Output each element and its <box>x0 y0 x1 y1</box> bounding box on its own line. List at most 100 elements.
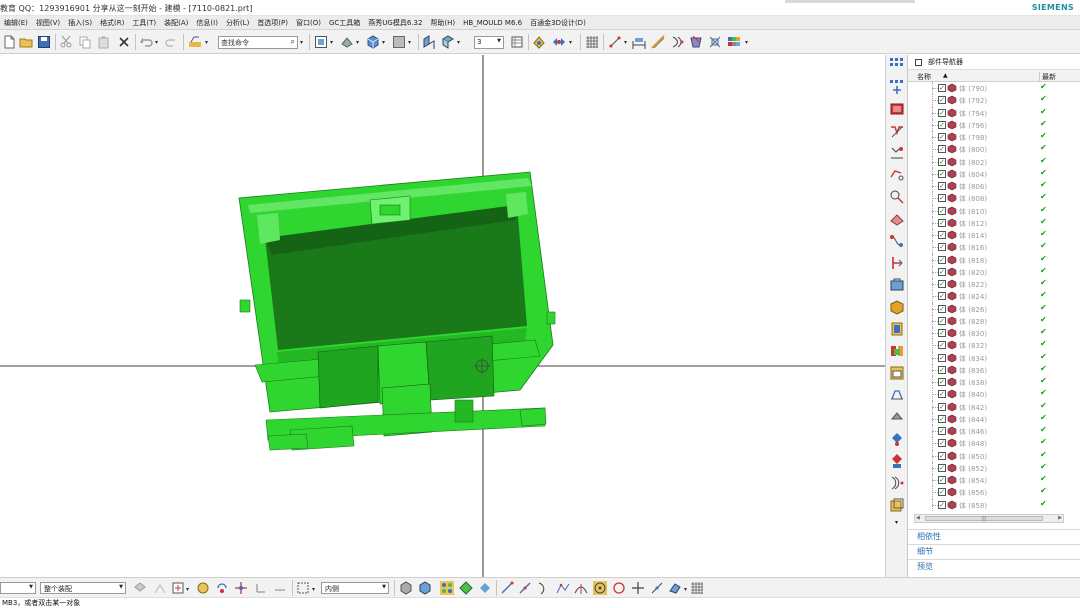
trim-tool-icon[interactable] <box>708 35 722 49</box>
navigator-row[interactable]: ✓ 体 (834) ✔ <box>908 351 1080 364</box>
navigator-row[interactable]: ✓ 体 (854) ✔ <box>908 474 1080 487</box>
color-table-icon[interactable] <box>727 35 741 49</box>
fit-view-icon[interactable] <box>314 35 328 49</box>
visibility-checkbox[interactable]: ✓ <box>938 316 946 325</box>
menu-hb-mould[interactable]: HB_MOULD M6.6 <box>459 19 526 27</box>
selection-region-dropdown[interactable]: 内侧 ▼ <box>321 582 389 594</box>
web-browser-icon[interactable] <box>889 145 905 161</box>
visibility-checkbox[interactable]: ✓ <box>938 157 946 166</box>
menu-yanxiu-mold[interactable]: 燕秀UG模具6.32 <box>364 18 426 28</box>
section-icon[interactable] <box>889 453 905 469</box>
details-section[interactable]: 细节 <box>908 544 1080 558</box>
save-icon[interactable] <box>37 35 51 49</box>
scrollbar-thumb[interactable]: ||| <box>925 516 1043 522</box>
navigator-row[interactable]: ✓ 体 (832) ✔ <box>908 339 1080 352</box>
shaded-body-icon[interactable] <box>418 581 432 595</box>
visibility-checkbox[interactable]: ✓ <box>938 414 946 423</box>
section-view-icon[interactable] <box>422 35 436 49</box>
navigator-row[interactable]: ✓ 体 (848) ✔ <box>908 437 1080 450</box>
render-style-icon[interactable] <box>366 35 380 49</box>
navigator-row[interactable]: ✓ 体 (844) ✔ <box>908 412 1080 425</box>
navigator-row[interactable]: ✓ 体 (792) ✔ <box>908 94 1080 107</box>
snap-curve-icon[interactable] <box>500 581 514 595</box>
visibility-checkbox[interactable]: ✓ <box>938 353 946 362</box>
open-file-icon[interactable] <box>19 35 33 49</box>
pattern-icon[interactable] <box>889 497 905 513</box>
navigator-row[interactable]: ✓ 体 (846) ✔ <box>908 425 1080 438</box>
visibility-checkbox[interactable]: ✓ <box>938 390 946 399</box>
snap-circle-icon[interactable] <box>612 581 626 595</box>
measure-distance-icon[interactable] <box>608 35 622 49</box>
background-icon[interactable] <box>392 35 406 49</box>
navigator-row[interactable]: ✓ 体 (812) ✔ <box>908 216 1080 229</box>
navigator-row[interactable]: ✓ 体 (822) ✔ <box>908 278 1080 291</box>
system-materials-icon[interactable] <box>889 189 905 205</box>
snap-center-icon[interactable] <box>478 581 492 595</box>
selection-box-icon[interactable] <box>296 581 310 595</box>
navigator-row[interactable]: ✓ 体 (840) ✔ <box>908 388 1080 401</box>
navigator-row[interactable]: ✓ 体 (800) ✔ <box>908 143 1080 156</box>
part-navigator-icon[interactable] <box>889 101 905 117</box>
snap-face-icon[interactable] <box>668 581 682 595</box>
visibility-checkbox[interactable]: ✓ <box>938 476 946 484</box>
sketch-icon[interactable] <box>889 277 905 293</box>
snap-tangent-icon[interactable] <box>574 581 588 595</box>
snap-midpoint-icon[interactable] <box>459 581 473 595</box>
visibility-checkbox[interactable]: ✓ <box>938 341 946 350</box>
panel-restore-icon[interactable] <box>915 58 922 66</box>
menu-preferences[interactable]: 首选项(P) <box>253 18 292 28</box>
wcs-icon[interactable] <box>254 581 268 595</box>
more-icon[interactable]: ▾ <box>895 519 898 526</box>
navigator-row[interactable]: ✓ 体 (810) ✔ <box>908 204 1080 217</box>
chevron-down-icon[interactable]: ▼ <box>497 38 501 44</box>
deselect-icon[interactable] <box>273 581 287 595</box>
menu-assembly[interactable]: 装配(A) <box>160 18 192 28</box>
snap-arc-icon[interactable] <box>536 581 550 595</box>
menu-information[interactable]: 信息(I) <box>192 18 222 28</box>
graphics-window[interactable] <box>0 55 885 577</box>
delete-icon[interactable] <box>117 35 131 49</box>
redo-icon[interactable] <box>165 35 179 49</box>
datum-plane-icon[interactable] <box>889 299 905 315</box>
visibility-checkbox[interactable]: ✓ <box>938 84 946 92</box>
mold-tool-icon[interactable] <box>689 35 703 49</box>
navigator-row[interactable]: ✓ 体 (808) ✔ <box>908 192 1080 205</box>
navigator-row[interactable]: ✓ 体 (838) ✔ <box>908 376 1080 389</box>
visibility-checkbox[interactable]: ✓ <box>938 365 946 374</box>
search-icon[interactable]: ⌕ <box>291 37 295 47</box>
solid-body-icon[interactable] <box>399 581 413 595</box>
navigator-row[interactable]: ✓ 体 (852) ✔ <box>908 461 1080 474</box>
sort-ascending-icon[interactable]: ▲ <box>943 72 948 79</box>
visibility-checkbox[interactable]: ✓ <box>938 488 946 497</box>
move-icon[interactable] <box>234 581 248 595</box>
visibility-checkbox[interactable]: ✓ <box>938 169 946 178</box>
visibility-checkbox[interactable]: ✓ <box>938 255 946 264</box>
snap-grid-icon[interactable] <box>690 581 704 595</box>
navigator-row[interactable]: ✓ 体 (818) ✔ <box>908 253 1080 266</box>
navigator-row[interactable]: ✓ 体 (814) ✔ <box>908 229 1080 242</box>
orient-view-icon[interactable] <box>340 35 354 49</box>
chevron-down-icon[interactable]: ▼ <box>29 584 33 590</box>
navigator-row[interactable]: ✓ 体 (836) ✔ <box>908 363 1080 376</box>
menu-gc-toolbox[interactable]: GC工具箱 <box>325 18 364 28</box>
visibility-checkbox[interactable]: ✓ <box>938 120 946 129</box>
chevron-down-icon[interactable]: ▼ <box>382 584 386 590</box>
navigator-row[interactable]: ✓ 体 (796) ✔ <box>908 118 1080 131</box>
navigator-row[interactable]: ✓ 体 (826) ✔ <box>908 302 1080 315</box>
visibility-checkbox[interactable]: ✓ <box>938 145 946 154</box>
navigator-row[interactable]: ✓ 体 (824) ✔ <box>908 290 1080 303</box>
snap-line-icon[interactable] <box>518 581 532 595</box>
visibility-checkbox[interactable]: ✓ <box>938 280 946 288</box>
menu-window[interactable]: 窗口(O) <box>292 18 325 28</box>
navigator-tree[interactable]: ✓ 体 (790) ✔ ✓ 体 (792) ✔ ✓ 体 (794) ✔ ✓ 体 (796) ✔ ✓ 体 (… <box>908 82 1080 513</box>
navigator-row[interactable]: ✓ 体 (804) ✔ <box>908 167 1080 180</box>
visibility-checkbox[interactable]: ✓ <box>938 463 946 472</box>
visibility-checkbox[interactable]: ✓ <box>938 108 946 117</box>
visibility-checkbox[interactable]: ✓ <box>938 378 946 386</box>
layer-icon[interactable] <box>510 35 524 49</box>
assembly-navigator-icon[interactable] <box>889 57 905 73</box>
navigator-row[interactable]: ✓ 体 (816) ✔ <box>908 241 1080 254</box>
dependencies-section[interactable]: 相依性 <box>908 529 1080 543</box>
model-view[interactable] <box>0 55 885 577</box>
cut-icon[interactable] <box>59 35 73 49</box>
